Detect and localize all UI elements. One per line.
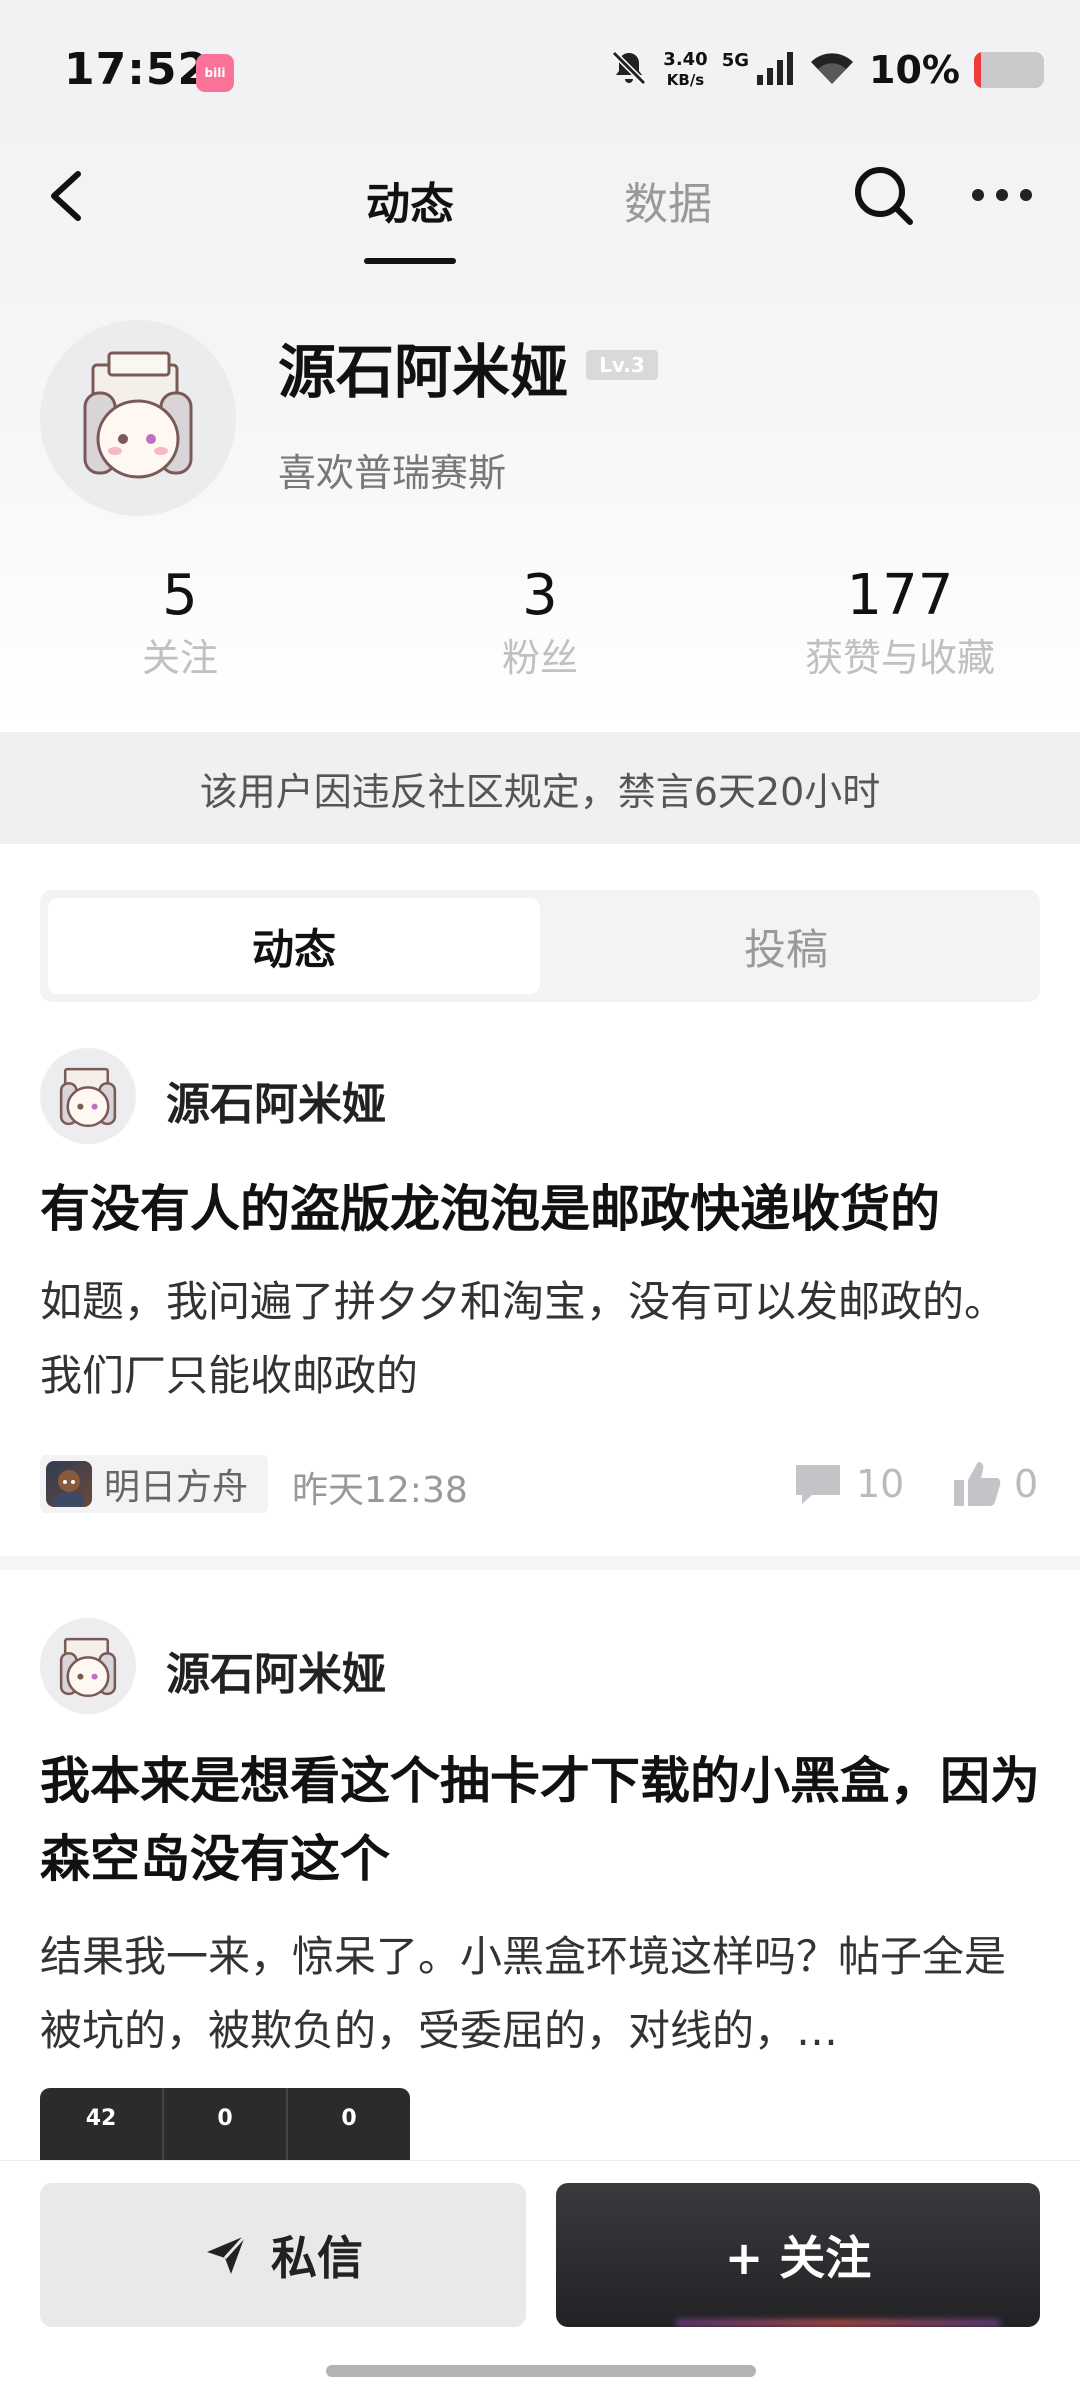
net-speed: 3.40 KB/s bbox=[663, 50, 707, 90]
mute-bell-icon bbox=[609, 48, 649, 92]
thumbs-up-icon bbox=[954, 1462, 1001, 1506]
net-speed-value: 3.40 bbox=[663, 49, 708, 70]
nav-tab-dynamics[interactable]: 动态 bbox=[366, 168, 454, 232]
like-count: 0 bbox=[1014, 1462, 1039, 1506]
stat-followers[interactable]: 3 粉丝 bbox=[360, 560, 720, 684]
profile-stats: 5 关注 3 粉丝 177 获赞与收藏 bbox=[0, 560, 1080, 690]
post-body: 结果我一来，惊呆了。小黑盒环境这样吗？帖子全是被坑的，被欺负的，受委屈的，对线的… bbox=[40, 1932, 1007, 2055]
profile-username: 源石阿米娅 bbox=[278, 338, 569, 406]
stat-label: 获赞与收藏 bbox=[804, 636, 995, 680]
follow-button[interactable]: + 关注 bbox=[556, 2183, 1040, 2327]
stat-following[interactable]: 5 关注 bbox=[0, 560, 360, 684]
arknights-game-icon bbox=[46, 1461, 92, 1507]
stat-likes-favorites[interactable]: 177 获赞与收藏 bbox=[720, 560, 1080, 684]
battery-level-fill bbox=[974, 52, 981, 88]
battery-icon bbox=[974, 52, 1044, 88]
post-body: 如题，我问遍了拼夕夕和淘宝，没有可以发邮政的。我们厂只能收邮政的 bbox=[40, 1277, 1007, 1400]
profile-avatar[interactable] bbox=[40, 320, 236, 516]
stat-value: 5 bbox=[162, 563, 198, 628]
network-type: 5G bbox=[721, 49, 750, 71]
status-time: 17:52 bbox=[64, 44, 210, 95]
private-message-label: 私信 bbox=[271, 2231, 363, 2285]
nav-tab-indicator bbox=[364, 258, 456, 264]
more-options-button[interactable] bbox=[966, 162, 1038, 228]
follow-label: + 关注 bbox=[724, 2231, 872, 2285]
search-icon bbox=[855, 167, 913, 225]
game-tag[interactable]: 明日方舟 bbox=[40, 1455, 269, 1513]
comment-button[interactable]: 10 bbox=[792, 1455, 904, 1513]
post-title: 有没有人的盗版龙泡泡是邮政快递收货的 bbox=[40, 1180, 940, 1238]
thumb-stat: 0 bbox=[341, 2106, 357, 2131]
more-dot-icon bbox=[1020, 189, 1032, 201]
avatar-illustration bbox=[59, 1637, 117, 1698]
signal-icon bbox=[755, 51, 795, 89]
post-time: 昨天12:38 bbox=[292, 1470, 468, 1511]
post-author-name[interactable]: 源石阿米娅 bbox=[166, 1638, 386, 1702]
comment-count: 10 bbox=[856, 1462, 905, 1506]
bottom-action-bar: 私信 + 关注 bbox=[0, 2160, 1080, 2400]
post-card[interactable]: 源石阿米娅 有没有人的盗版龙泡泡是邮政快递收货的 如题，我问遍了拼夕夕和淘宝，没… bbox=[0, 1040, 1080, 1560]
stat-label: 粉丝 bbox=[501, 636, 578, 680]
top-nav-bar: 动态 数据 bbox=[0, 140, 1080, 270]
bilibili-app-icon: bili bbox=[196, 54, 234, 92]
post-title: 我本来是想看这个抽卡才下载的小黑盒，因为森空岛没有这个 bbox=[40, 1752, 1040, 1888]
search-button[interactable] bbox=[850, 162, 916, 228]
post-image-thumbnail[interactable]: 42 0 0 bbox=[40, 2088, 410, 2168]
post-meta: 明日方舟 昨天12:38 10 0 bbox=[40, 1455, 1040, 1515]
chevron-left-icon bbox=[51, 171, 81, 221]
stat-label: 关注 bbox=[141, 636, 218, 680]
more-dot-icon bbox=[996, 189, 1008, 201]
home-indicator[interactable] bbox=[326, 2365, 756, 2377]
post-author-avatar[interactable] bbox=[40, 1618, 136, 1714]
comment-icon bbox=[796, 1465, 840, 1504]
like-button[interactable]: 0 bbox=[952, 1455, 1038, 1513]
post-card[interactable]: 源石阿米娅 我本来是想看这个抽卡才下载的小黑盒，因为森空岛没有这个 结果我一来，… bbox=[0, 1610, 1080, 2170]
private-message-button[interactable]: 私信 bbox=[40, 2183, 526, 2327]
wifi-icon bbox=[809, 50, 855, 90]
avatar-illustration bbox=[83, 351, 193, 479]
ban-notice-banner: 该用户因违反社区规定，禁言6天20小时 bbox=[0, 732, 1080, 844]
stat-value: 177 bbox=[846, 563, 954, 628]
stat-value: 3 bbox=[522, 563, 558, 628]
nav-tab-data[interactable]: 数据 bbox=[624, 168, 712, 232]
tab-dynamics[interactable]: 动态 bbox=[48, 898, 540, 994]
thumb-stat: 42 bbox=[40, 2088, 164, 2168]
avatar-illustration bbox=[59, 1067, 117, 1128]
thumb-stat: 0 bbox=[164, 2088, 288, 2168]
post-author-name[interactable]: 源石阿米娅 bbox=[166, 1068, 386, 1132]
back-button[interactable] bbox=[36, 166, 96, 226]
net-speed-unit: KB/s bbox=[666, 71, 705, 89]
status-icons: 3.40 KB/s 5G 10% bbox=[609, 42, 1044, 98]
status-bar: 17:52 bili 3.40 KB/s 5G 10% bbox=[0, 0, 1080, 140]
tab-submissions[interactable]: 投稿 bbox=[540, 898, 1032, 994]
level-badge: Lv.3 bbox=[586, 350, 658, 380]
profile-bio: 喜欢普瑞赛斯 bbox=[278, 451, 507, 495]
send-icon bbox=[207, 2234, 247, 2274]
post-author-avatar[interactable] bbox=[40, 1048, 136, 1144]
post-divider bbox=[0, 1556, 1080, 1570]
game-tag-label: 明日方舟 bbox=[104, 1467, 249, 1508]
content-tabs: 动态 投稿 bbox=[40, 890, 1040, 1002]
more-dot-icon bbox=[972, 189, 984, 201]
battery-percent: 10% bbox=[869, 48, 960, 92]
